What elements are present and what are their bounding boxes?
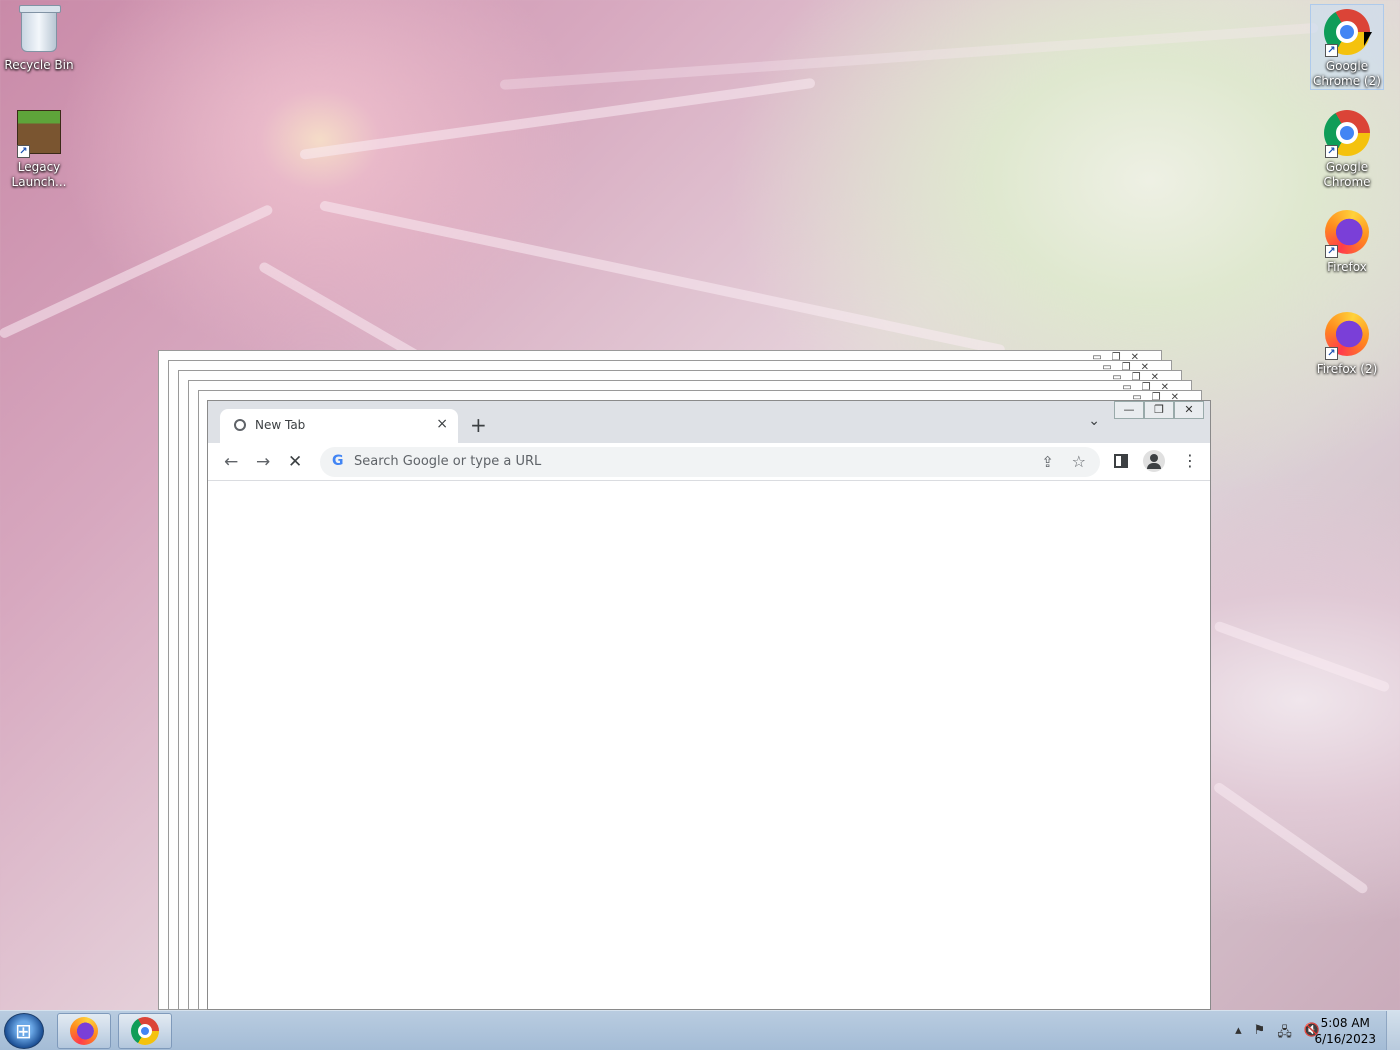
taskbar-firefox[interactable] [57,1013,111,1049]
desktop-icon-label: Recycle Bin [4,58,74,72]
desktop-icon-label: Google Chrome [1323,160,1371,189]
chrome-window[interactable]: New Tab × + ⌄ — ❐ ✕ ← → ✕ G Search Googl… [207,400,1211,1010]
tab-strip[interactable]: New Tab × + ⌄ — ❐ ✕ [208,401,1210,443]
chrome-icon [131,1017,159,1045]
address-bar-placeholder: Search Google or type a URL [354,454,542,469]
network-icon[interactable]: 🖧 [1277,1023,1292,1045]
clock-time: 5:08 AM [1320,1016,1370,1030]
back-icon[interactable]: ← [224,452,238,472]
menu-icon[interactable]: ⋮ [1182,451,1198,470]
desktop-icon-chrome[interactable]: ↗ Google Chrome [1310,106,1384,190]
shortcut-arrow-icon: ↗ [1325,44,1338,57]
tray-expand-icon[interactable]: ▴ [1235,1023,1242,1045]
new-tab-button[interactable]: + [470,413,487,437]
shortcut-arrow-icon: ↗ [17,145,30,158]
forward-icon[interactable]: → [256,452,270,472]
close-button[interactable]: ✕ [1174,401,1204,419]
tab-title: New Tab [255,418,306,432]
desktop-icon-label: Legacy Launch... [11,160,67,189]
profile-avatar-icon[interactable] [1143,450,1165,472]
show-desktop-button[interactable] [1386,1011,1400,1050]
desktop-icon-firefox-2[interactable]: ↗ Firefox (2) [1310,308,1384,377]
firefox-icon [70,1017,98,1045]
desktop-icon-label: Firefox (2) [1316,362,1378,376]
shortcut-arrow-icon: ↗ [1325,245,1338,258]
desktop-icon-label: Firefox [1327,260,1367,274]
recycle-bin-icon [19,5,61,52]
taskbar-chrome[interactable] [118,1013,172,1049]
bookmark-star-icon[interactable]: ☆ [1072,452,1086,471]
desktop-icon-label: Google Chrome (2) [1313,59,1381,88]
desktop-icon-legacy-launcher[interactable]: ↗ Legacy Launch... [2,106,76,190]
action-center-flag-icon[interactable]: ⚑ [1254,1023,1266,1045]
start-button[interactable] [4,1013,44,1049]
desktop-icon-recycle-bin[interactable]: Recycle Bin [2,4,76,73]
system-tray: ▴ ⚑ 🖧 🔇 [1235,1023,1320,1045]
clock[interactable]: 5:08 AM 6/16/2023 [1314,1015,1376,1047]
desktop-icon-firefox[interactable]: ↗ Firefox [1310,206,1384,275]
maximize-button[interactable]: ❐ [1144,401,1174,419]
clock-date: 6/16/2023 [1314,1032,1376,1046]
address-bar[interactable]: G Search Google or type a URL ⇪ ☆ [320,447,1100,477]
tab-new-tab[interactable]: New Tab × [220,409,458,443]
shortcut-arrow-icon: ↗ [1325,145,1338,158]
browser-toolbar: ← → ✕ G Search Google or type a URL ⇪ ☆ … [208,443,1210,481]
window-controls: — ❐ ✕ [1114,401,1204,419]
google-icon: G [332,453,344,469]
share-icon[interactable]: ⇪ [1041,453,1054,471]
tab-close-icon[interactable]: × [436,416,448,432]
page-content [208,481,1210,1009]
side-panel-icon[interactable] [1114,454,1128,468]
desktop-icon-chrome-2[interactable]: ↗ Google Chrome (2) [1310,4,1384,90]
loading-favicon-icon [234,419,246,431]
tab-search-icon[interactable]: ⌄ [1088,413,1100,429]
stop-loading-icon[interactable]: ✕ [288,452,302,472]
minimize-button[interactable]: — [1114,401,1144,419]
mouse-cursor-icon [1364,32,1372,46]
shortcut-arrow-icon: ↗ [1325,347,1338,360]
taskbar: ▴ ⚑ 🖧 🔇 5:08 AM 6/16/2023 [0,1010,1400,1050]
